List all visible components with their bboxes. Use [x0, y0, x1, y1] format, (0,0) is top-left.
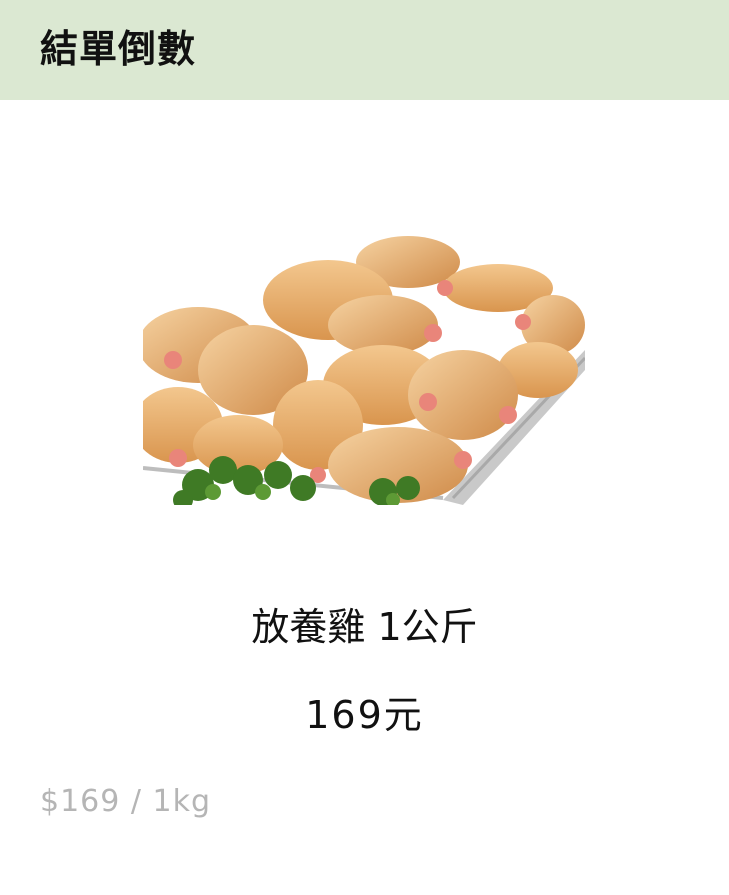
- header-bar: 結單倒數: [0, 0, 729, 100]
- product-price: 169元: [305, 693, 424, 737]
- chicken-image: [133, 230, 587, 510]
- countdown-title: 結單倒數: [40, 27, 197, 71]
- unit-price: $169 / 1kg: [40, 784, 212, 819]
- product-name: 放養雞 1公斤: [251, 605, 478, 649]
- product-image: [133, 230, 587, 510]
